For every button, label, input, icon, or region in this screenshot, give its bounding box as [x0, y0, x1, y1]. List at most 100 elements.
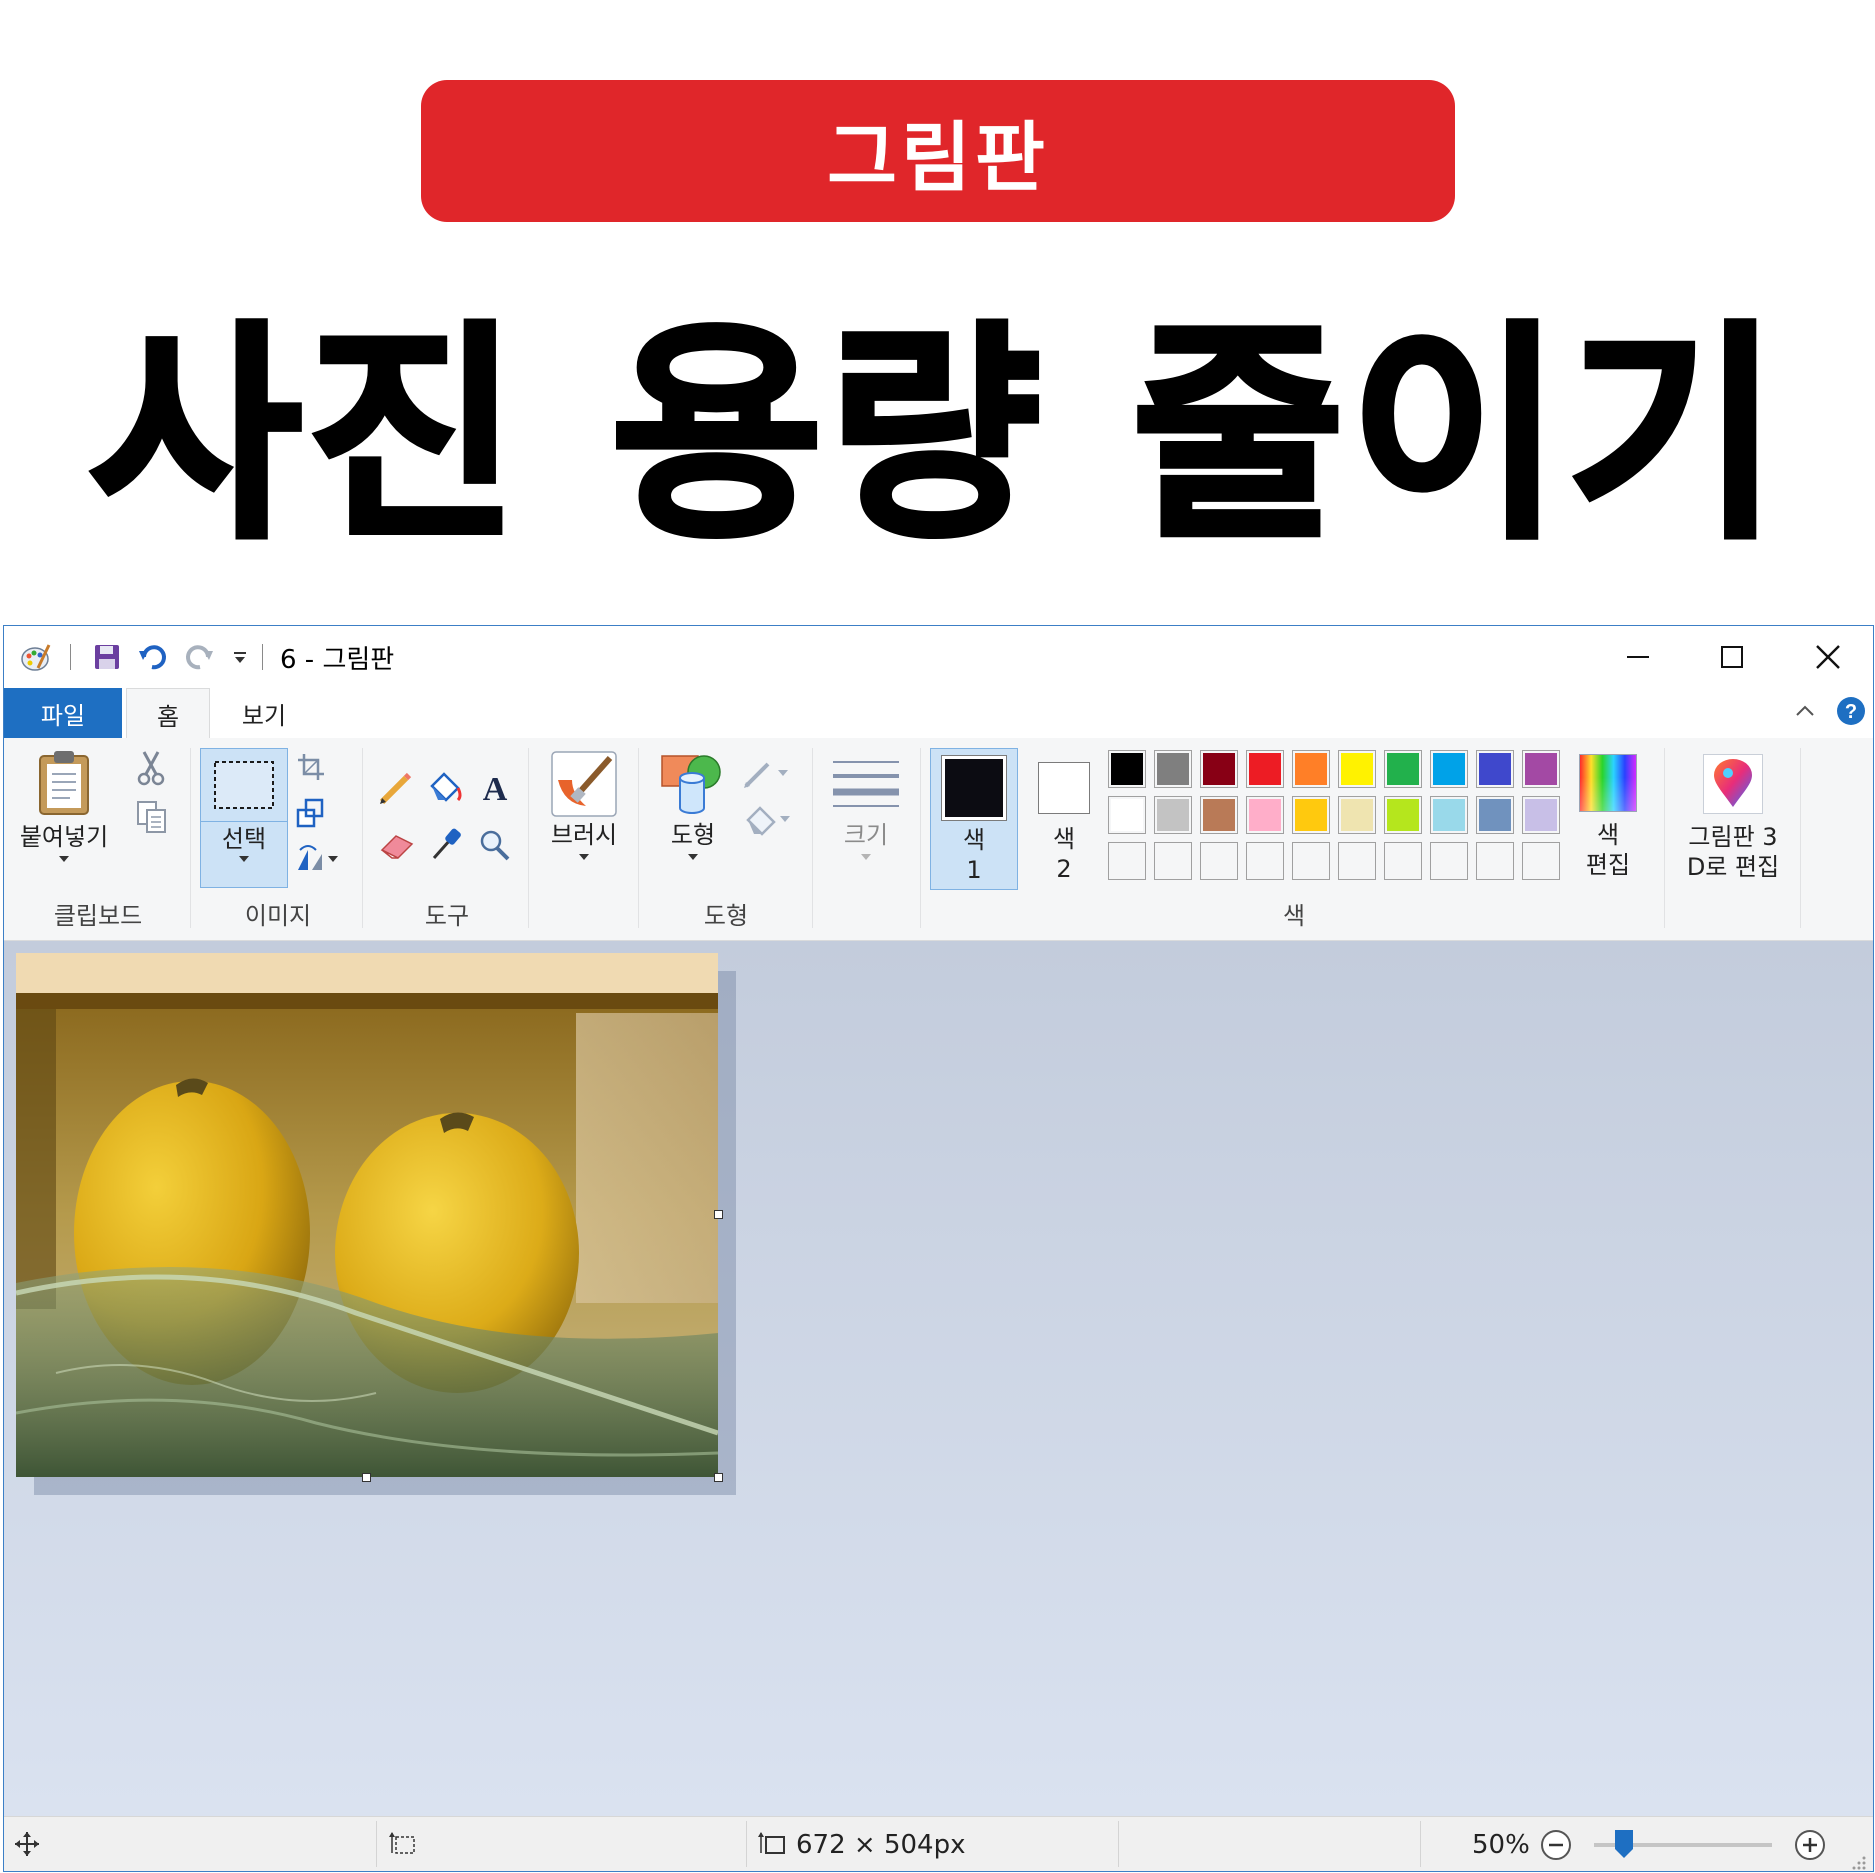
paint-app-icon[interactable]: [18, 640, 54, 674]
palette-swatch-color: [1341, 753, 1373, 785]
color-palette: [1108, 750, 1570, 888]
palette-swatch-color: [1157, 753, 1189, 785]
custom-color-slot[interactable]: [1384, 842, 1422, 880]
rotate-icon[interactable]: [294, 844, 340, 878]
palette-swatch-color: [1433, 799, 1465, 831]
lemons-photo[interactable]: [15, 953, 719, 1477]
palette-swatch[interactable]: [1476, 750, 1514, 788]
palette-swatch[interactable]: [1246, 750, 1284, 788]
palette-swatch-color: [1295, 799, 1327, 831]
customize-quick-access-icon[interactable]: [228, 640, 252, 674]
zoom-slider-thumb[interactable]: [1614, 1829, 1634, 1859]
custom-color-slot[interactable]: [1200, 842, 1238, 880]
resize-handle-bottom[interactable]: [362, 1473, 371, 1482]
select-label: 선택: [221, 825, 267, 853]
palette-swatch[interactable]: [1384, 750, 1422, 788]
undo-icon[interactable]: [136, 640, 170, 674]
shapes-button[interactable]: 도형: [650, 748, 736, 888]
custom-color-slot[interactable]: [1154, 842, 1192, 880]
palette-swatch[interactable]: [1430, 796, 1468, 834]
color-spectrum-icon: [1579, 754, 1637, 812]
help-icon[interactable]: ?: [1836, 696, 1866, 730]
close-button[interactable]: [1788, 634, 1868, 680]
selection-size-icon: [388, 1831, 416, 1864]
zoom-in-button[interactable]: [1794, 1829, 1826, 1868]
palette-swatch-color: [1111, 799, 1143, 831]
custom-color-slot[interactable]: [1338, 842, 1376, 880]
color-picker-icon[interactable]: [428, 826, 462, 866]
text-icon[interactable]: A: [478, 770, 512, 808]
palette-swatch[interactable]: [1154, 796, 1192, 834]
magnifier-icon[interactable]: [478, 828, 512, 866]
palette-swatch[interactable]: [1338, 796, 1376, 834]
color-2-button[interactable]: 색 2: [1020, 748, 1108, 890]
palette-swatch[interactable]: [1246, 796, 1284, 834]
maximize-icon: [1721, 646, 1743, 668]
fill-icon[interactable]: [426, 770, 464, 810]
palette-swatch[interactable]: [1108, 796, 1146, 834]
color-1-button[interactable]: 색 1: [930, 748, 1018, 890]
window-title: 6 - 그림판: [280, 644, 395, 675]
colors-group-label: 색: [1282, 901, 1306, 930]
paste-label: 붙여넣기: [19, 823, 109, 851]
pencil-icon[interactable]: [378, 772, 412, 810]
palette-swatch[interactable]: [1200, 750, 1238, 788]
tools-group-label: 도구: [424, 901, 470, 930]
edit-with-paint-3d-button[interactable]: 그림판 3 D로 편집: [1668, 748, 1798, 890]
resize-handle-right[interactable]: [714, 1210, 723, 1219]
custom-color-slot[interactable]: [1108, 842, 1146, 880]
select-button[interactable]: 선택: [200, 748, 288, 888]
edit-colors-button[interactable]: 색 편집: [1566, 748, 1650, 890]
palette-swatch[interactable]: [1108, 750, 1146, 788]
palette-swatch[interactable]: [1154, 750, 1192, 788]
custom-color-slot[interactable]: [1522, 842, 1560, 880]
palette-swatch[interactable]: [1476, 796, 1514, 834]
zoom-out-button[interactable]: [1540, 1829, 1572, 1868]
custom-color-slot[interactable]: [1430, 842, 1468, 880]
svg-text:?: ?: [1845, 701, 1857, 723]
resize-handle-corner[interactable]: [714, 1473, 723, 1482]
palette-swatch[interactable]: [1430, 750, 1468, 788]
maximize-button[interactable]: [1692, 634, 1772, 680]
palette-swatch[interactable]: [1292, 750, 1330, 788]
color-1-number: 1: [966, 856, 982, 884]
fill-shape-icon[interactable]: [742, 804, 794, 842]
outline-icon[interactable]: [742, 758, 794, 794]
custom-color-slot[interactable]: [1292, 842, 1330, 880]
eraser-icon[interactable]: [378, 830, 416, 864]
palette-swatch[interactable]: [1200, 796, 1238, 834]
palette-swatch[interactable]: [1522, 750, 1560, 788]
minimize-icon: [1627, 656, 1649, 658]
resize-icon[interactable]: [296, 798, 326, 832]
shapes-dropdown-icon: [650, 852, 736, 862]
minimize-button[interactable]: [1598, 634, 1678, 680]
crop-icon[interactable]: [296, 752, 326, 786]
collapse-ribbon-icon[interactable]: [1794, 700, 1816, 726]
custom-color-slot[interactable]: [1246, 842, 1284, 880]
canvas-area[interactable]: [4, 941, 1873, 1816]
paste-button[interactable]: 붙여넣기: [16, 748, 112, 888]
redo-icon[interactable]: [182, 640, 216, 674]
palette-swatch[interactable]: [1292, 796, 1330, 834]
cursor-position-icon: [14, 1831, 40, 1864]
resize-grip-icon[interactable]: [1850, 1849, 1868, 1871]
palette-swatch[interactable]: [1384, 796, 1422, 834]
cut-icon[interactable]: [136, 750, 166, 790]
tab-view[interactable]: 보기: [218, 688, 310, 738]
ribbon-home: 붙여넣기 클립보드 선택 이미지 A 도구 브러시 도형 도형 크기 색 1 색…: [4, 738, 1873, 941]
image-group-label: 이미지: [244, 901, 312, 930]
save-icon[interactable]: [90, 640, 124, 674]
palette-swatch-color: [1203, 799, 1235, 831]
page-title: 사진 용량 줄이기: [87, 300, 1786, 573]
tab-home[interactable]: 홈: [126, 688, 210, 740]
edit-colors-line1: 색: [1596, 821, 1620, 849]
custom-color-slot[interactable]: [1476, 842, 1514, 880]
shapes-icon: [650, 748, 736, 820]
size-button[interactable]: 크기: [822, 748, 910, 888]
copy-icon[interactable]: [136, 800, 168, 838]
palette-swatch[interactable]: [1522, 796, 1560, 834]
brushes-button[interactable]: 브러시: [540, 748, 628, 888]
palette-swatch[interactable]: [1338, 750, 1376, 788]
tab-file[interactable]: 파일: [4, 688, 122, 738]
palette-swatch-color: [1387, 753, 1419, 785]
